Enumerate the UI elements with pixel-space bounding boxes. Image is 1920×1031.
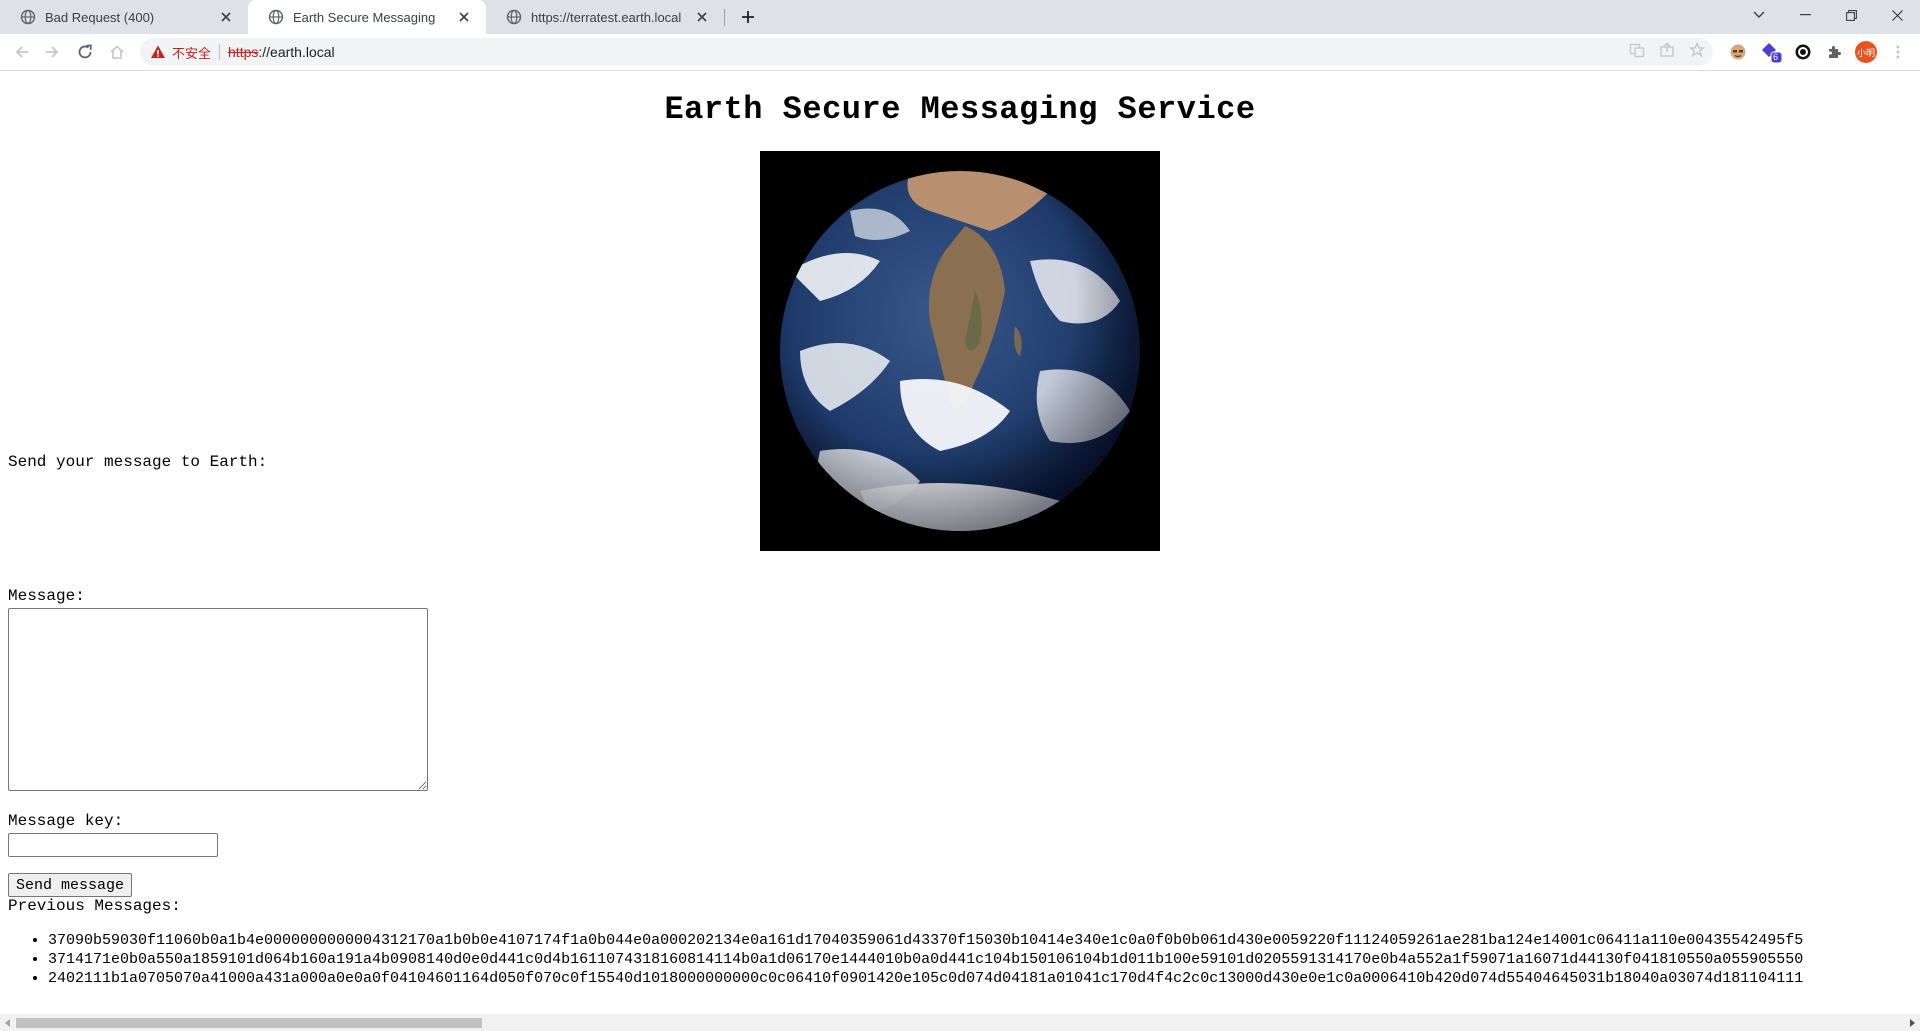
restore-button[interactable]: [1828, 0, 1874, 30]
send-message-button[interactable]: Send message: [8, 873, 133, 897]
triangle-right-icon: [1910, 1018, 1915, 1027]
tab-bad-request[interactable]: Bad Request (400): [0, 0, 248, 34]
home-button[interactable]: [106, 41, 128, 63]
previous-messages-label: Previous Messages:: [8, 897, 181, 915]
minimize-button[interactable]: [1782, 0, 1828, 30]
globe-icon: [506, 9, 522, 25]
close-window-button[interactable]: [1874, 0, 1920, 30]
profile-avatar-label: 小明: [1856, 48, 1875, 59]
extension-badge-count: 6: [1773, 52, 1779, 62]
close-icon[interactable]: [694, 9, 710, 25]
extension-badge-icon[interactable]: 6: [1760, 41, 1782, 63]
extension-face-icon[interactable]: [1727, 41, 1749, 63]
message-label: Message:: [8, 587, 85, 605]
globe-icon: [268, 9, 284, 25]
minimize-icon: [1799, 14, 1811, 16]
tab-earth-secure-messaging[interactable]: Earth Secure Messaging: [248, 0, 486, 34]
arrow-right-icon: [46, 46, 59, 58]
message-textarea[interactable]: [8, 608, 428, 791]
tab-title: https://terratest.earth.local: [531, 9, 682, 25]
scroll-left-arrow[interactable]: [0, 1014, 16, 1031]
page-content: Earth Secure Messaging Service Send your…: [0, 71, 1920, 1015]
tab-title: Bad Request (400): [45, 9, 155, 25]
back-button[interactable]: [11, 41, 33, 63]
url-scheme: https: [228, 44, 259, 60]
globe-icon: [20, 9, 36, 25]
reload-icon: [78, 44, 92, 59]
close-icon[interactable]: [456, 9, 472, 25]
restore-icon: [1845, 9, 1857, 21]
previous-messages-list: 37090b59030f11060b0a1b4e0000000000004312…: [0, 931, 1803, 988]
close-icon[interactable]: [218, 9, 234, 25]
triangle-left-icon: [5, 1018, 10, 1027]
security-status-label[interactable]: 不安全: [172, 43, 211, 62]
chevron-down-icon: [1753, 11, 1765, 18]
browser-toolbar: 不安全 https://earth.local 6 小明: [0, 34, 1920, 71]
list-item: 2402111b1a0705070a41000a431a000a0e0a0f04…: [48, 969, 1803, 988]
message-key-label: Message key:: [8, 812, 124, 830]
profile-avatar[interactable]: 小明: [1855, 41, 1877, 63]
tab-terratest[interactable]: https://terratest.earth.local: [486, 0, 724, 34]
new-tab-button[interactable]: [736, 5, 760, 29]
translate-icon[interactable]: [1629, 42, 1645, 58]
reload-button[interactable]: [74, 41, 96, 63]
message-key-input[interactable]: [8, 833, 218, 857]
share-icon[interactable]: [1659, 42, 1675, 58]
extensions-puzzle-icon[interactable]: [1823, 41, 1845, 63]
horizontal-scrollbar[interactable]: [0, 1014, 1920, 1031]
warning-icon: [151, 45, 165, 58]
close-icon: [1891, 9, 1903, 21]
url-text: ://earth.local: [258, 44, 335, 60]
tab-search-button[interactable]: [1736, 0, 1782, 30]
forward-button[interactable]: [41, 41, 63, 63]
send-prompt-text: Send your message to Earth:: [8, 453, 268, 471]
home-icon: [110, 45, 124, 59]
address-bar[interactable]: 不安全 https://earth.local: [140, 38, 1713, 66]
page-title: Earth Secure Messaging Service: [664, 91, 1256, 128]
browser-menu-button[interactable]: [1887, 41, 1909, 63]
plus-icon: [742, 11, 754, 23]
arrow-left-icon: [15, 46, 28, 58]
earth-globe-image: [760, 151, 1160, 551]
list-item: 37090b59030f11060b0a1b4e0000000000004312…: [48, 931, 1803, 950]
tab-title: Earth Secure Messaging: [293, 9, 436, 25]
omnibox-actions: [1629, 42, 1705, 58]
kebab-menu-icon: [1896, 45, 1900, 59]
omnibox-divider: [219, 44, 221, 60]
scrollbar-thumb[interactable]: [16, 1018, 482, 1028]
tab-separator: [724, 9, 725, 26]
tab-strip: Bad Request (400) Earth Secure Messaging…: [0, 0, 1920, 34]
list-item: 3714171e0b0a550a1859101d064b160a191a4b09…: [48, 950, 1803, 969]
extension-ring-icon[interactable]: [1792, 41, 1814, 63]
scroll-right-arrow[interactable]: [1904, 1014, 1920, 1031]
star-icon[interactable]: [1689, 42, 1705, 58]
